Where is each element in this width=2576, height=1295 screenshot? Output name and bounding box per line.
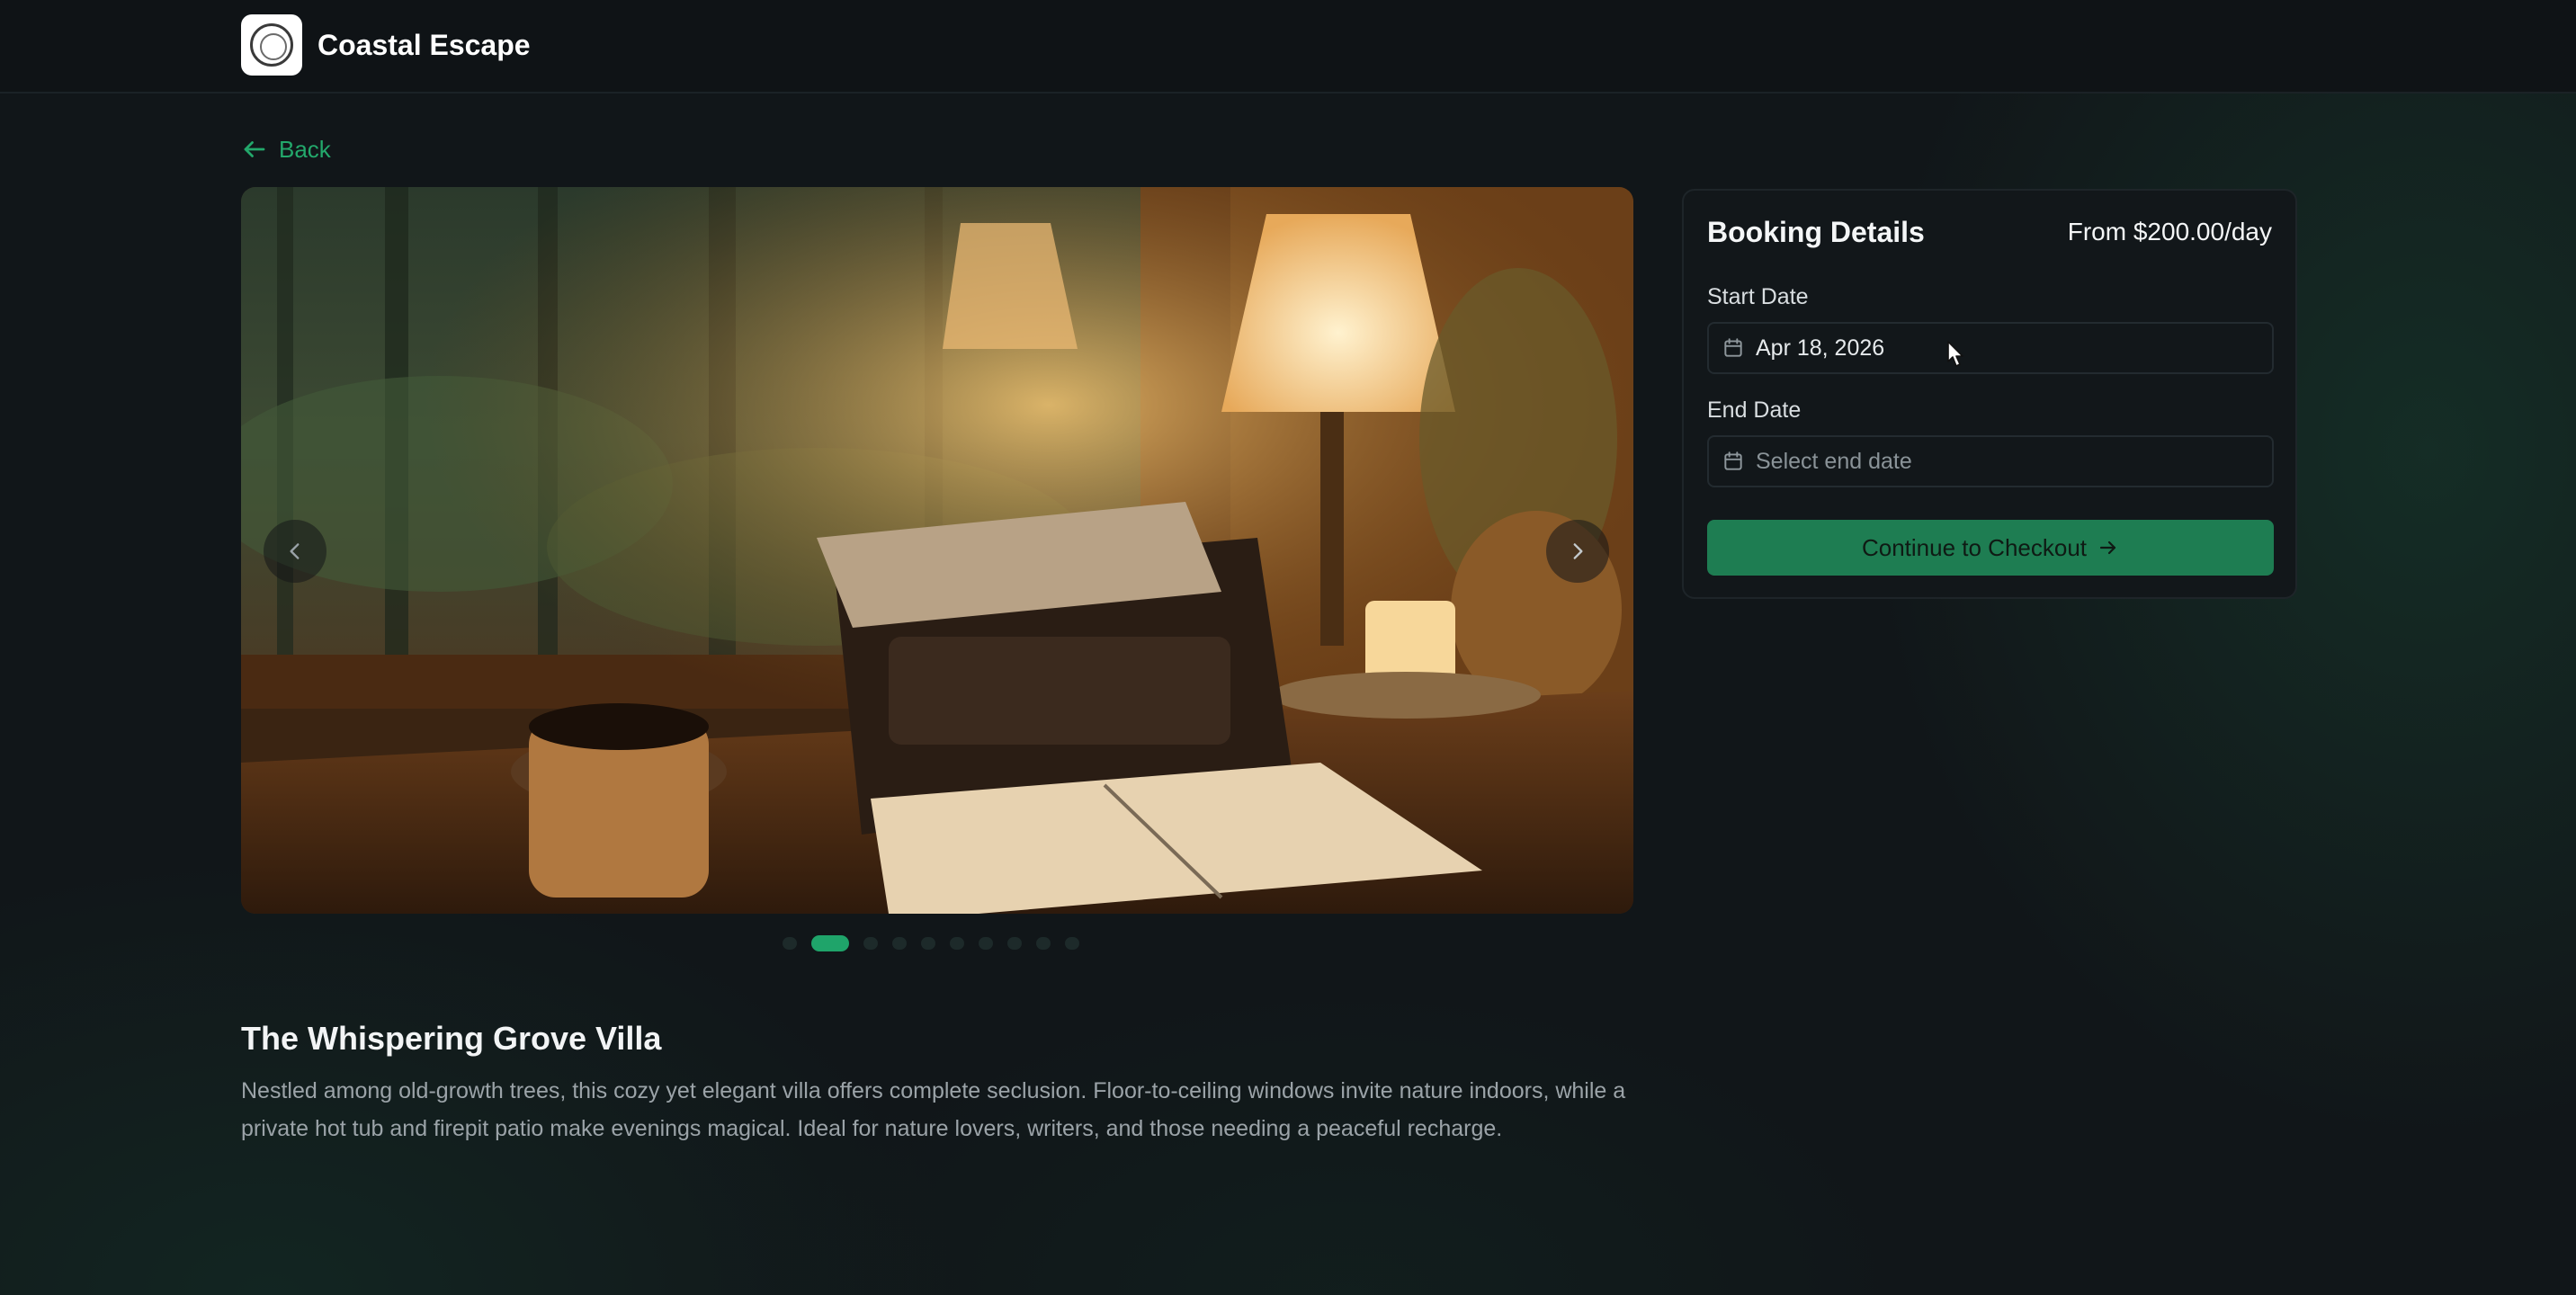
gallery-dot-5[interactable]: [921, 937, 935, 950]
start-date-field[interactable]: Apr 18, 2026: [1707, 322, 2274, 374]
chevron-right-icon: [1573, 543, 1583, 559]
gallery-dot-1[interactable]: [783, 937, 797, 950]
end-date-field[interactable]: Select end date: [1707, 435, 2274, 487]
arrow-right-icon: [2099, 540, 2116, 555]
gallery-dot-4[interactable]: [892, 937, 907, 950]
chevron-left-icon: [290, 543, 300, 559]
price-label: From $200.00/day: [2067, 218, 2272, 246]
brand-name[interactable]: Coastal Escape: [318, 29, 531, 62]
back-link[interactable]: Back: [241, 133, 331, 165]
brand-logo[interactable]: [241, 14, 302, 76]
calendar-icon: [1724, 338, 1742, 357]
listing-description: Nestled among old-growth trees, this coz…: [241, 1078, 1626, 1141]
gallery-dot-3[interactable]: [863, 937, 878, 950]
start-date-label: Start Date: [1707, 284, 1809, 309]
continue-to-checkout-button[interactable]: Continue to Checkout: [1707, 520, 2274, 576]
end-date-placeholder: Select end date: [1756, 448, 1912, 474]
booking-title: Booking Details: [1707, 216, 1925, 248]
end-date-label: End Date: [1707, 397, 1802, 423]
gallery-dot-6[interactable]: [950, 937, 964, 950]
checkout-label: Continue to Checkout: [1861, 533, 2088, 561]
gallery-dot-7[interactable]: [979, 937, 993, 950]
listing-title: The Whispering Grove Villa: [241, 1020, 662, 1057]
arrow-left-icon: [244, 141, 265, 157]
gallery-dot-9[interactable]: [1036, 937, 1051, 950]
mouse-cursor-icon: [1947, 341, 1963, 367]
booking-card: Booking Details From $200.00/day Start D…: [1682, 189, 2297, 599]
calendar-icon: [1724, 451, 1742, 470]
villa-photo: [241, 187, 1633, 914]
seal-logo-icon: [250, 23, 293, 67]
gallery-next-button[interactable]: [1546, 520, 1609, 583]
gallery-pagination: [783, 935, 1079, 951]
gallery-dot-2-active[interactable]: [811, 935, 849, 951]
gallery-dot-10[interactable]: [1065, 937, 1079, 950]
photo-gallery[interactable]: [241, 187, 1633, 914]
start-date-value: Apr 18, 2026: [1756, 335, 1885, 361]
gallery-dot-8[interactable]: [1007, 937, 1022, 950]
gallery-prev-button[interactable]: [264, 520, 326, 583]
top-header: Coastal Escape: [0, 0, 2576, 94]
back-label: Back: [279, 135, 331, 163]
